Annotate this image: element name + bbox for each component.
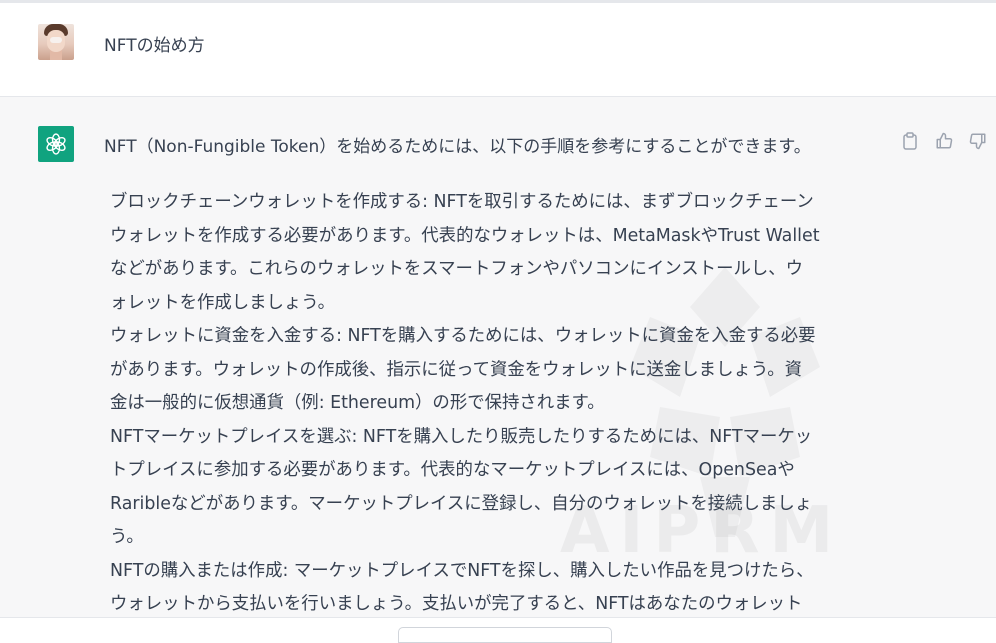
response-line: う。 <box>110 527 144 547</box>
response-line: があります。ウォレットの作成後、指示に従って資金をウォレットに送金しましょう。資 <box>110 359 802 380</box>
regenerate-button[interactable] <box>398 627 612 643</box>
thumbs-down-icon[interactable] <box>968 131 988 151</box>
response-line: ブロックチェーンウォレットを作成する: NFTを取引するためには、まずブロックチ… <box>110 192 814 212</box>
user-message-row: NFTの始め方 <box>0 3 996 97</box>
response-line: 金は一般的に仮想通貨（例: Ethereum）の形で保持されます。 <box>110 393 605 413</box>
user-avatar <box>38 24 74 60</box>
response-line: トプレイスに参加する必要があります。代表的なマーケットプレイスには、OpenSe… <box>110 460 795 480</box>
response-line: などがあります。これらのウォレットをスマートフォンやパソコンにインストールし、ウ <box>110 259 804 279</box>
clipboard-icon[interactable] <box>900 131 920 151</box>
composer-area <box>0 617 996 643</box>
thumbs-up-icon[interactable] <box>934 131 954 151</box>
openai-logo-icon <box>38 126 74 162</box>
response-line: NFTの購入または作成: マーケットプレイスでNFTを探し、購入したい作品を見つ… <box>110 560 814 581</box>
message-actions <box>900 131 988 151</box>
user-message-text: NFTの始め方 <box>104 36 205 56</box>
response-line: ォレットを作成しましょう。 <box>110 292 336 313</box>
assistant-response-body: ブロックチェーンウォレットを作成する: NFTを取引するためには、まずブロックチ… <box>110 186 895 617</box>
assistant-message-row: NFT（Non-Fungible Token）を始めるためには、以下の手順を参考… <box>0 97 996 617</box>
response-line: ウォレットに資金を入金する: NFTを購入するためには、ウォレットに資金を入金す… <box>110 326 816 346</box>
response-line: Raribleなどがあります。マーケットプレイスに登録し、自分のウォレットを接続… <box>110 493 813 514</box>
response-line: ウォレットを作成する必要があります。代表的なウォレットは、MetaMaskやTr… <box>110 225 820 246</box>
response-line: NFTマーケットプレイスを選ぶ: NFTを購入したり販売したりするためには、NF… <box>110 426 813 447</box>
assistant-intro-text: NFT（Non-Fungible Token）を始めるためには、以下の手順を参考… <box>104 137 811 157</box>
response-line: ウォレットから支払いを行いましょう。支払いが完了すると、NFTはあなたのウォレッ… <box>110 594 803 614</box>
